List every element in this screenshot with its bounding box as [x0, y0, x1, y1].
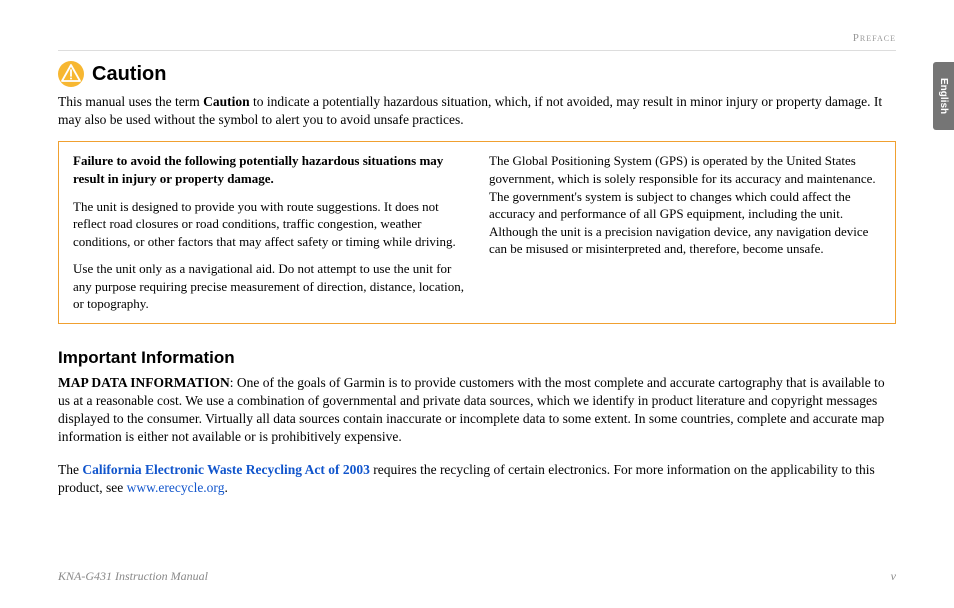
- caution-intro-bold: Caution: [203, 94, 250, 109]
- recycle-url-link[interactable]: www.erecycle.org: [127, 480, 225, 495]
- caution-left-p2: The unit is designed to provide you with…: [73, 198, 465, 251]
- recycle-act-link[interactable]: California Electronic Waste Recycling Ac…: [82, 462, 369, 477]
- footer-manual-name: KNA-G431 Instruction Manual: [58, 569, 208, 584]
- caution-intro-pre: This manual uses the term: [58, 94, 203, 109]
- page-footer: KNA-G431 Instruction Manual v: [58, 569, 896, 584]
- section-label: Preface: [853, 32, 896, 44]
- important-info-title: Important Information: [58, 348, 896, 368]
- caution-header: Caution: [58, 61, 896, 87]
- caution-right-p1: The Global Positioning System (GPS) is o…: [489, 152, 881, 257]
- caution-intro-text: This manual uses the term Caution to ind…: [58, 93, 896, 129]
- recycle-post: .: [224, 480, 227, 495]
- recycle-pre: The: [58, 462, 82, 477]
- caution-warning-bold: Failure to avoid the following potential…: [73, 153, 443, 186]
- recycle-paragraph: The California Electronic Waste Recyclin…: [58, 461, 896, 497]
- footer-page-number: v: [891, 569, 896, 584]
- language-tab[interactable]: English: [933, 62, 954, 130]
- mapdata-paragraph: MAP DATA INFORMATION: One of the goals o…: [58, 374, 896, 447]
- caution-left-column: Failure to avoid the following potential…: [73, 152, 465, 312]
- caution-box: Failure to avoid the following potential…: [58, 141, 896, 323]
- caution-left-p3: Use the unit only as a navigational aid.…: [73, 260, 465, 313]
- warning-triangle-icon: [58, 61, 84, 87]
- mapdata-label: MAP DATA INFORMATION: [58, 375, 230, 390]
- document-page: Preface English Caution This manual uses…: [0, 0, 954, 608]
- caution-right-column: The Global Positioning System (GPS) is o…: [489, 152, 881, 312]
- top-divider: [58, 50, 896, 51]
- caution-title: Caution: [92, 63, 166, 86]
